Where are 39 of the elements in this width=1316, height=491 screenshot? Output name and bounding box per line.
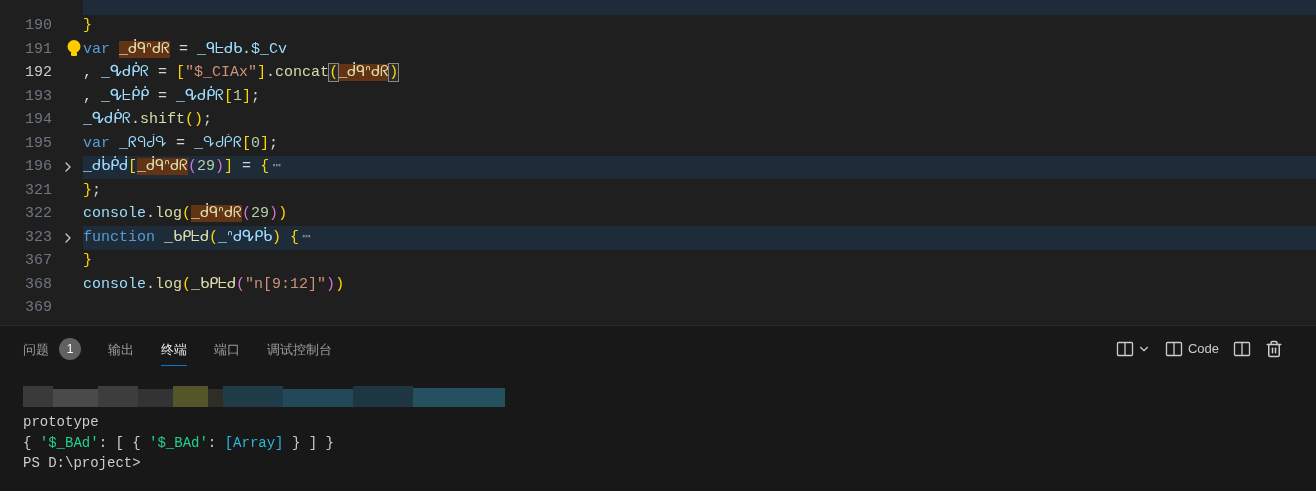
line-number: 369 xyxy=(24,298,52,318)
line-number: 323 xyxy=(24,227,52,248)
code-line: } xyxy=(83,251,92,271)
line-number: 322 xyxy=(24,204,52,224)
split-icon[interactable] xyxy=(1115,340,1134,358)
code-line: _ᕴᑯᑮᖇ.shift(); xyxy=(83,109,213,130)
count-badge: 1 xyxy=(59,338,81,360)
line-number: 368 xyxy=(24,274,52,295)
terminal-line: prototype xyxy=(23,413,100,432)
panel-tab[interactable]: 端口 xyxy=(214,332,240,366)
code-line: } xyxy=(83,16,92,36)
panel-tab[interactable]: 输出 xyxy=(108,332,134,366)
line-number: 194 xyxy=(24,110,52,130)
line-number: 191 xyxy=(24,39,52,60)
line-number: 193 xyxy=(24,86,52,107)
line-number: 196 xyxy=(24,157,52,177)
panel-tab[interactable]: 调试控制台 xyxy=(267,332,332,366)
line-number: 192 xyxy=(24,63,52,83)
code-line: var _ᑰᑫᐢᑯᖇ = _ᑫᖶᑯᑲ.$_Cv xyxy=(83,38,288,60)
code-line: _ᑯᑳᑮᑰ[_ᑰᑫᐢᑯᖇ(29)] = { ⋯ xyxy=(83,156,283,177)
line-number: 321 xyxy=(24,180,52,201)
trash-icon[interactable] xyxy=(1265,340,1283,358)
code-line: , _ᕴᖶᑮᑮ = _ᕴᑯᑮᖇ[1]; xyxy=(83,85,261,107)
panel-tab[interactable]: 终端 xyxy=(161,332,187,366)
code-line: var _ᖇᑫᑰᕴ = _ᕴᑯᑮᖇ[0]; xyxy=(83,133,279,154)
terminal-line: { '$_BAd': [ { '$_BAd': [Array] } ] } xyxy=(23,433,335,453)
terminal-button[interactable]: Code xyxy=(1164,339,1219,359)
code-line: function _ᑲᑭᖶᑯ(_ᐢᑯᕴᑭᑳ) { ⋯ xyxy=(83,226,313,248)
split-icon[interactable] xyxy=(1164,340,1183,358)
terminal-line: PS D:\project> xyxy=(23,454,142,473)
line-number: 195 xyxy=(24,133,52,154)
code-line: }; xyxy=(83,180,102,201)
code-line: console.log(_ᑰᑫᐢᑯᖇ(29)) xyxy=(83,203,288,224)
line-number: 190 xyxy=(24,16,52,36)
lightbulb-icon[interactable] xyxy=(67,39,81,59)
split-icon[interactable] xyxy=(1233,340,1251,358)
panel-tab[interactable]: 问题 xyxy=(23,332,49,366)
line-number: 367 xyxy=(24,251,52,271)
code-line: console.log(_ᑲᑭᖶᑯ("n[9:12]")) xyxy=(83,274,345,295)
